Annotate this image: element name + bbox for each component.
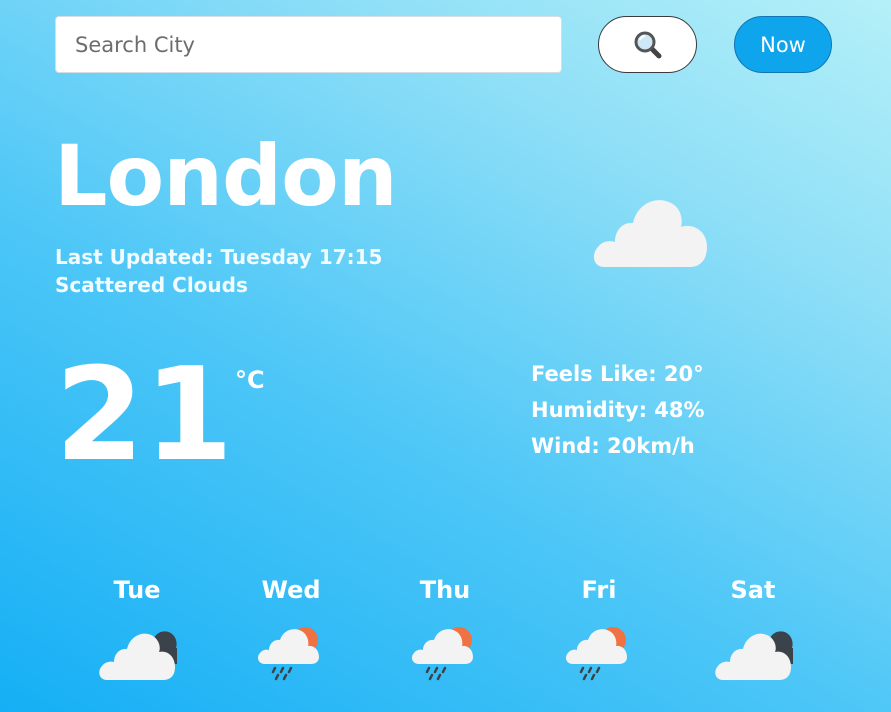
forecast-day: Thu [385,576,505,682]
forecast-day: Wed [231,576,351,682]
forecast-day-label: Tue [113,576,161,604]
magnifying-glass-icon [634,31,661,58]
sun-rain-cloud-icon [411,627,473,681]
search-button[interactable] [598,16,697,73]
wind-speed: Wind: 20km/h [531,434,695,458]
forecast-day-label: Fri [581,576,617,604]
sun-rain-cloud-icon [565,627,627,681]
weather-description: Scattered Clouds [55,273,248,297]
forecast-day: Fri [539,576,659,682]
sun-rain-cloud-icon [257,627,319,681]
broken-clouds-icon [99,631,177,680]
forecast-day: Sat [693,576,813,682]
forecast-day: Tue [77,576,197,682]
search-input[interactable] [55,16,562,73]
humidity: Humidity: 48% [531,398,705,422]
forecast-day-label: Wed [261,576,321,604]
cloud-icon [593,200,707,267]
now-button[interactable]: Now [734,16,832,73]
city-name: London [54,127,398,225]
temperature-unit: °C [235,366,265,394]
forecast-day-label: Sat [730,576,776,604]
last-updated-text: Last Updated: Tuesday 17:15 [55,245,383,269]
feels-like: Feels Like: 20° [531,362,704,386]
forecast-day-label: Thu [419,576,471,604]
current-temperature: 21 [55,341,234,490]
broken-clouds-icon [715,631,793,680]
